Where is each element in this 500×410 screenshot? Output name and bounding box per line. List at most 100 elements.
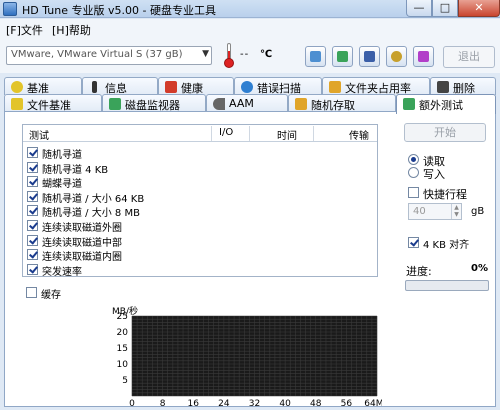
chart-x-tick: 16: [188, 399, 200, 409]
test-row-label: 随机寻道 / 大小 8 MB: [42, 208, 140, 220]
chart-y-tick: 10: [117, 360, 129, 370]
maximize-button[interactable]: □: [432, 0, 458, 17]
menu-file[interactable]: [F]文件: [6, 22, 43, 38]
test-row-label: 连续读取磁道中部: [42, 237, 122, 249]
tab-extra-tests[interactable]: 额外测试: [396, 94, 496, 114]
chart-x-tick: 64MB: [364, 399, 382, 409]
test-row-label: 随机寻道 / 大小 64 KB: [42, 193, 145, 205]
chart-x-tick: 56: [341, 399, 353, 409]
test-row-label: 连续读取磁道外圈: [42, 223, 122, 234]
test-row-checkbox[interactable]: [27, 249, 38, 261]
test-row-checkbox[interactable]: [27, 220, 38, 231]
chart-y-tick: 15: [117, 344, 128, 354]
drive-select[interactable]: VMware, VMware Virtual S (37 gB) ▼: [6, 46, 212, 65]
save-button[interactable]: [359, 46, 380, 67]
test-list-header: 测试 I/O 时间 传输: [23, 125, 377, 142]
chevron-down-icon: ▼: [202, 49, 209, 59]
chart-y-tick: 5: [122, 376, 128, 386]
copy-info-icon: [310, 51, 321, 62]
options-icon: [391, 51, 402, 62]
minimize-button[interactable]: —: [406, 0, 432, 17]
chart-x-tick: 8: [160, 399, 166, 409]
thermometer-icon: [224, 43, 234, 68]
temperature-value: --: [240, 49, 250, 60]
chart-x-tick: 24: [218, 399, 230, 409]
tab-info[interactable]: 信息: [82, 77, 158, 95]
tab-health[interactable]: 健康: [158, 77, 234, 95]
column-test[interactable]: 测试: [29, 127, 49, 142]
tab-benchmark[interactable]: 基准: [4, 77, 82, 95]
tab-file-benchmark[interactable]: 文件基准: [4, 94, 102, 112]
test-row-checkbox[interactable]: [27, 234, 38, 246]
test-row-checkbox[interactable]: [27, 190, 38, 202]
start-button[interactable]: 开始: [404, 123, 486, 142]
test-row-checkbox[interactable]: [27, 176, 38, 188]
chart-x-tick: 0: [129, 399, 135, 409]
copy-info-button[interactable]: [305, 46, 326, 67]
column-time[interactable]: 时间: [277, 127, 297, 142]
tab-random-access[interactable]: 随机存取: [288, 94, 396, 112]
progress-bar: [405, 280, 489, 291]
file-benchmark-icon: [11, 98, 23, 110]
write-radio[interactable]: [408, 167, 419, 178]
menu-help[interactable]: [H]帮助: [52, 22, 91, 38]
tabs-row-top: 基准 信息 健康 错误扫描 文件夹占用率 删除: [4, 77, 496, 95]
progress-value: 0%: [471, 263, 488, 274]
health-icon: [165, 81, 177, 93]
tab-aam[interactable]: AAM: [206, 94, 288, 112]
error-scan-icon: [241, 81, 253, 93]
align-label: 4 KB 对齐: [423, 240, 470, 251]
chart-y-label: MB/秒: [112, 306, 138, 317]
test-row-checkbox[interactable]: [27, 205, 38, 217]
test-row-label: 随机寻道: [42, 150, 82, 161]
test-row-checkbox[interactable]: [27, 147, 38, 158]
benchmark-icon: [11, 81, 23, 93]
tab-error-scan[interactable]: 错误扫描: [234, 77, 322, 95]
extra-tests-icon: [403, 98, 415, 110]
download-icon: [418, 51, 429, 62]
copy-screen-icon: [337, 51, 348, 62]
column-transfer[interactable]: 传输: [349, 127, 369, 142]
test-row-checkbox[interactable]: [27, 161, 38, 173]
copy-screenshot-button[interactable]: [332, 46, 353, 67]
app-icon: [3, 2, 17, 16]
test-row-label: 随机寻道 4 KB: [42, 164, 109, 176]
progress-label: 进度:: [406, 265, 432, 278]
close-button[interactable]: ✕: [458, 0, 500, 17]
short-stroke-value: 40: [413, 206, 426, 217]
folder-usage-icon: [329, 81, 341, 93]
test-list: 测试 I/O 时间 传输 随机寻道随机寻道 4 KB 蝴蝶寻道随机寻道 / 大小 …: [22, 124, 378, 278]
short-stroke-checkbox[interactable]: [408, 187, 419, 198]
aam-icon: [213, 98, 225, 110]
write-label: 写入: [423, 168, 445, 181]
drive-select-value: VMware, VMware Virtual S (37 gB): [11, 49, 183, 60]
short-stroke-unit: gB: [471, 206, 485, 217]
short-stroke-spinner[interactable]: 40 ▲ ▼: [408, 203, 462, 220]
tab-disk-monitor[interactable]: 磁盘监视器: [102, 94, 206, 112]
chart-x-tick: 40: [279, 399, 291, 409]
window-title: HD Tune 专业版 v5.00 - 硬盘专业工具: [22, 4, 216, 17]
tab-folder-usage[interactable]: 文件夹占用率: [322, 77, 430, 95]
toolbar: VMware, VMware Virtual S (37 gB) ▼ -- ℃ …: [0, 37, 500, 73]
chart-y-tick: 20: [117, 328, 129, 338]
speed-chart: 510152025 0816243240485664MB MB/秒: [112, 306, 382, 409]
tabs-row-bottom: 文件基准 磁盘监视器 AAM 随机存取 额外测试: [4, 94, 496, 114]
test-row-label: 蝴蝶寻道: [42, 179, 82, 191]
test-row-label: 连续读取磁道内圈: [42, 252, 122, 264]
cache-checkbox[interactable]: [26, 287, 37, 298]
random-access-icon: [295, 98, 307, 110]
download-button[interactable]: [413, 46, 434, 67]
save-icon: [364, 51, 375, 62]
info-icon: [92, 81, 97, 93]
exit-button[interactable]: 退出: [443, 46, 495, 68]
chart-x-tick: 32: [249, 399, 260, 409]
align-4kb-checkbox[interactable]: [408, 237, 419, 248]
read-radio[interactable]: [408, 154, 419, 165]
spinner-arrows-icon[interactable]: ▲ ▼: [451, 204, 461, 219]
chart-x-tick: 48: [310, 399, 322, 409]
test-row-checkbox[interactable]: [27, 263, 38, 275]
options-button[interactable]: [386, 46, 407, 67]
column-io[interactable]: I/O: [219, 127, 233, 138]
test-row-label: 突发速率: [42, 266, 82, 278]
tab-erase[interactable]: 删除: [430, 77, 496, 95]
